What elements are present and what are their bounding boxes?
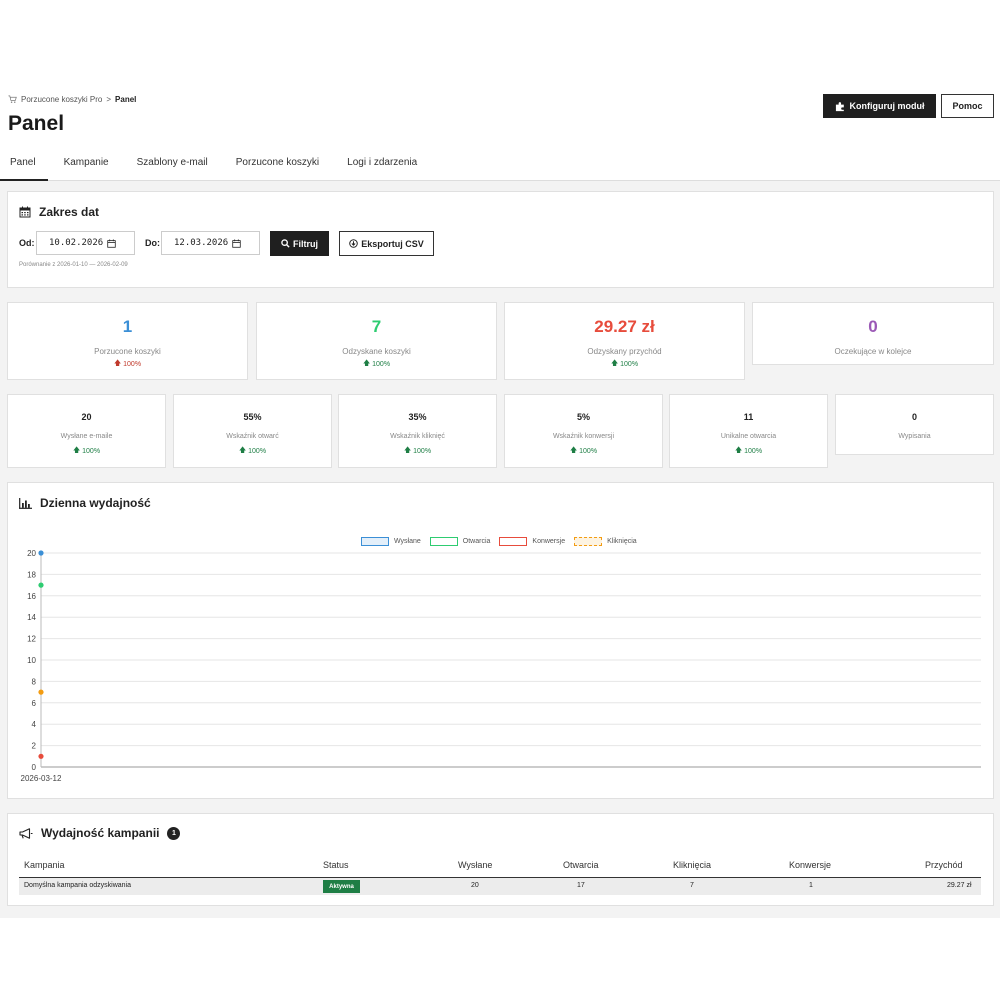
y-tick-label: 14 [27, 613, 36, 622]
daily-performance-chart: 0 2 4 6 8 10 12 14 16 18 20 2026-03-12 [21, 549, 981, 783]
y-tick-label: 8 [32, 677, 37, 686]
y-tick-label: 10 [27, 656, 36, 665]
column-header-clicks[interactable]: Kliknięcia [673, 860, 711, 870]
column-header-opens[interactable]: Otwarcia [563, 860, 599, 870]
y-tick-label: 4 [32, 720, 37, 729]
y-tick-label: 20 [27, 549, 36, 558]
data-point [38, 689, 44, 695]
megaphone-icon [19, 827, 33, 839]
status-badge: Aktywna [323, 880, 360, 893]
column-header-campaign[interactable]: Kampania [24, 860, 65, 870]
data-point [38, 550, 44, 556]
cell-opens: 17 [577, 882, 585, 889]
data-point [38, 753, 44, 759]
y-tick-label: 2 [32, 742, 37, 751]
column-header-sent[interactable]: Wysłane [458, 860, 492, 870]
column-header-status[interactable]: Status [323, 860, 349, 870]
cell-campaign-name[interactable]: Domyślna kampania odzyskiwania [24, 882, 131, 889]
cell-revenue: 29.27 zł [947, 882, 972, 889]
column-header-revenue[interactable]: Przychód [925, 860, 963, 870]
cell-clicks: 7 [690, 882, 694, 889]
y-tick-label: 0 [32, 763, 37, 772]
cell-sent: 20 [471, 882, 479, 889]
y-tick-label: 12 [27, 635, 36, 644]
data-point [38, 582, 44, 588]
campaign-count-badge: 1 [167, 826, 181, 840]
x-tick-label: 2026-03-12 [21, 774, 62, 783]
y-tick-label: 6 [32, 699, 37, 708]
cell-conversions: 1 [809, 882, 813, 889]
y-tick-label: 16 [27, 592, 36, 601]
y-tick-label: 18 [27, 570, 36, 579]
column-header-conversions[interactable]: Konwersje [789, 860, 831, 870]
campaign-performance-title: Wydajność kampanii 1 [19, 826, 181, 840]
table-row[interactable] [19, 877, 981, 895]
campaign-performance-title-text: Wydajność kampanii [41, 826, 160, 840]
page: Porzucone koszyki Pro > Panel Panel Konf… [0, 0, 1000, 1000]
